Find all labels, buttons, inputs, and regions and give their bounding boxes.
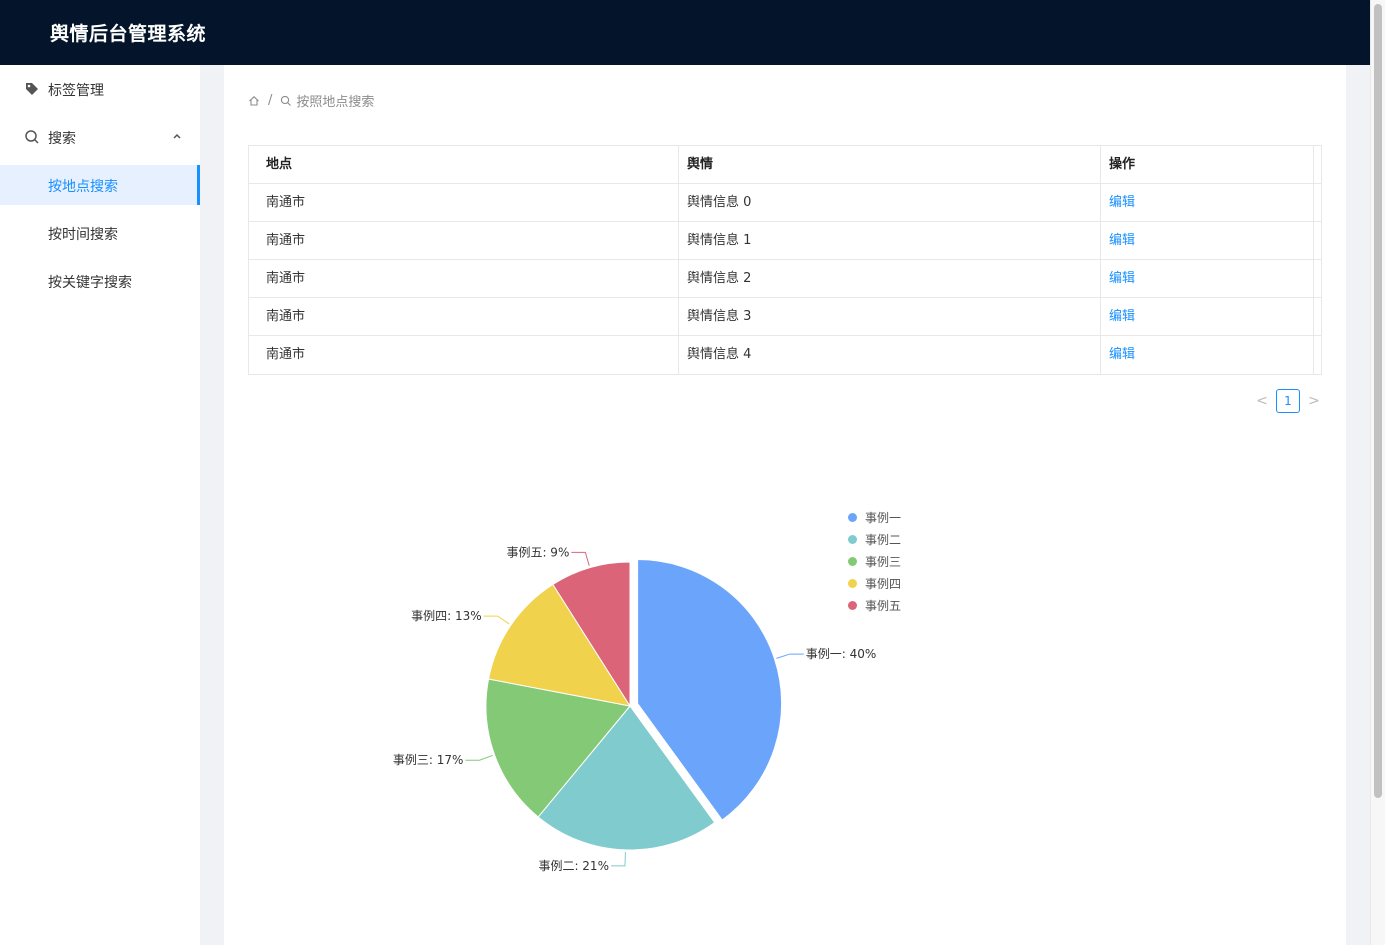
sidebar-item-search-by-location[interactable]: 按地点搜索: [0, 165, 200, 205]
slice-label-1: 事例一: 40%: [806, 647, 877, 661]
legend-item[interactable]: 事例一: [848, 506, 901, 528]
app-title: 舆情后台管理系统: [50, 23, 207, 45]
legend-item[interactable]: 事例二: [848, 528, 901, 550]
legend-item[interactable]: 事例四: [848, 572, 901, 594]
sidebar-item-label: 按时间搜索: [48, 227, 118, 243]
legend-label: 事例一: [865, 510, 902, 525]
label-line-4: [483, 615, 510, 625]
sidebar-item-label: 标签管理: [48, 83, 104, 99]
slice-label-4: 事例四: 13%: [411, 609, 482, 623]
legend-label: 事例二: [865, 532, 902, 547]
sidebar-item-search-by-time[interactable]: 按时间搜索: [0, 213, 200, 253]
sidebar-item-search[interactable]: 搜索: [0, 117, 200, 157]
legend-dot: [848, 578, 857, 588]
chart-legend: 事例一事例二事例三事例四事例五: [848, 506, 901, 616]
scrollbar[interactable]: [1370, 0, 1385, 945]
legend-dot: [848, 600, 857, 610]
slice-label-5: 事例五: 9%: [506, 545, 569, 559]
app-header: 舆情后台管理系统: [0, 0, 1370, 65]
slice-label-3: 事例三: 17%: [393, 753, 464, 767]
pie-chart: 事例一: 40% 事例二: 21% 事例三: 17% 事例四: 13% 事例五: 9%: [393, 545, 877, 873]
scrollbar-thumb[interactable]: [1374, 4, 1382, 798]
sidebar-item-label: 搜索: [48, 131, 76, 147]
label-line-3: [465, 754, 493, 761]
label-line-1: [776, 653, 804, 659]
slice-label-2: 事例二: 21%: [538, 859, 609, 873]
content-gutter: [200, 65, 224, 945]
main-content: / 按照地点搜索 地点 舆情 操作 南通市 舆情信息 0 编辑 南通市 舆情信息…: [224, 65, 1346, 945]
legend-label: 事例五: [865, 598, 902, 613]
sidebar-item-tag-management[interactable]: 标签管理: [0, 69, 200, 109]
legend-item[interactable]: 事例五: [848, 594, 901, 616]
sidebar-item-label: 按地点搜索: [48, 179, 118, 195]
chevron-up-icon[interactable]: [172, 131, 182, 141]
sidebar-item-search-by-keyword[interactable]: 按关键字搜索: [0, 261, 200, 301]
content-gutter-right: [1346, 65, 1370, 945]
legend-label: 事例三: [865, 554, 902, 569]
label-line-2: [610, 851, 626, 867]
legend-label: 事例四: [865, 576, 902, 591]
sidebar-item-label: 按关键字搜索: [48, 275, 132, 291]
legend-item[interactable]: 事例三: [848, 550, 901, 572]
legend-dot: [848, 512, 857, 522]
legend-dot: [848, 556, 857, 566]
legend-dot: [848, 534, 857, 544]
sidebar: 标签管理 搜索 按地点搜索 按时间搜索 按关键字搜索: [0, 65, 200, 945]
tag-icon: [26, 83, 38, 95]
search-icon: [25, 130, 39, 144]
label-line-5: [571, 551, 590, 566]
